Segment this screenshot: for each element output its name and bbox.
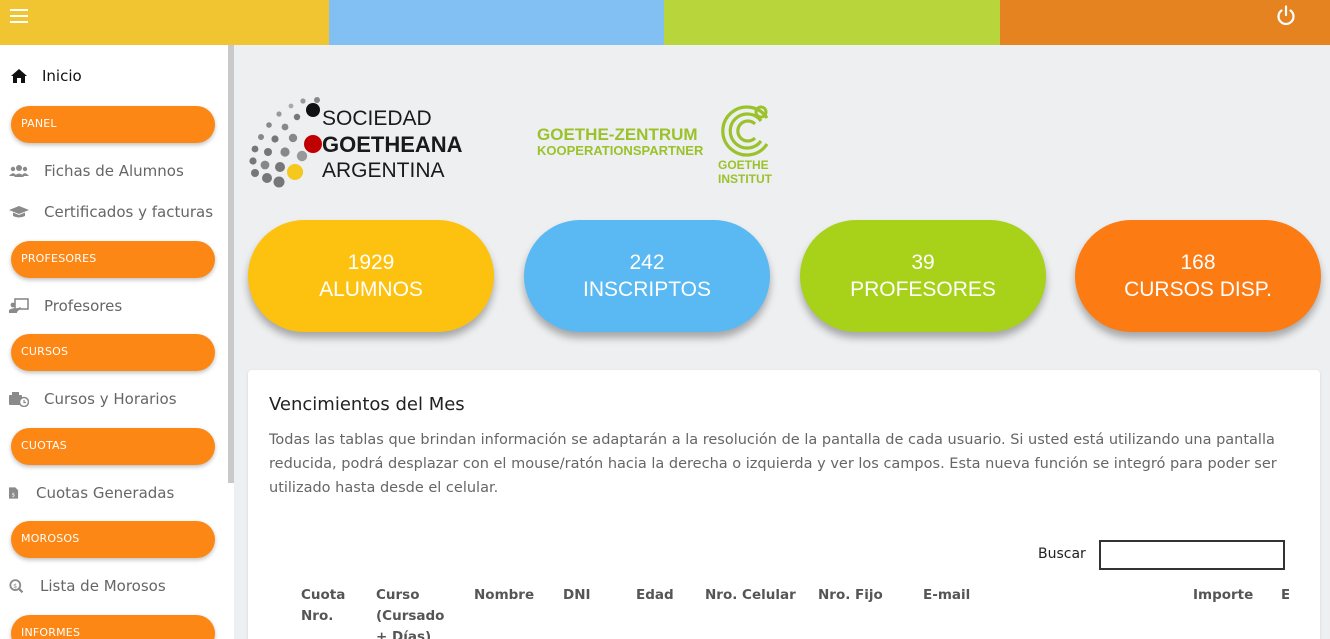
top-bar-segment-yellow (0, 0, 329, 45)
stat-value: 39 (911, 251, 935, 274)
section-informes[interactable]: INFORMES (11, 615, 215, 639)
column-header-curso[interactable]: Curso (Cursado + Días) (376, 585, 444, 639)
search-dollar-icon: $ (9, 579, 24, 594)
home-icon (11, 69, 27, 83)
column-header-cuota[interactable]: Cuota Nro. (301, 585, 351, 627)
sidebar-item-fichas-alumnos[interactable]: Fichas de Alumnos (9, 162, 184, 180)
column-header-importe[interactable]: Importe (1193, 585, 1253, 606)
svg-text:$: $ (11, 493, 15, 499)
stat-label: ALUMNOS (319, 278, 423, 301)
invoice-icon: $ (9, 487, 19, 499)
top-bar-segment-blue (329, 0, 664, 45)
stat-value: 242 (629, 251, 665, 274)
card-description: Todas las tablas que brindan información… (269, 432, 1277, 496)
users-icon (9, 165, 29, 177)
sidebar-item-label: Fichas de Alumnos (44, 162, 184, 180)
sidebar-item-label: Cuotas Generadas (36, 484, 175, 502)
column-header-nombre[interactable]: Nombre (474, 585, 534, 606)
top-bar-segment-green (664, 0, 1000, 45)
sidebar-item-label: Inicio (42, 67, 82, 85)
column-header-fijo[interactable]: Nro. Fijo (818, 585, 883, 606)
stat-cursos-disp[interactable]: 168 CURSOS DISP. (1075, 220, 1321, 332)
sidebar-item-label: Cursos y Horarios (44, 390, 177, 408)
sidebar-scrollbar[interactable] (228, 45, 234, 483)
column-header-email[interactable]: E-mail (923, 585, 970, 606)
svg-text:$: $ (13, 583, 17, 590)
sidebar-item-cursos-horarios[interactable]: Cursos y Horarios (9, 390, 177, 408)
sidebar-item-profesores[interactable]: Profesores (9, 297, 122, 315)
sidebar-item-label: Profesores (44, 297, 123, 315)
vencimientos-card: Vencimientos del Mes Todas las tablas qu… (248, 370, 1320, 639)
top-bar (0, 0, 1330, 45)
sidebar-item-cuotas-generadas[interactable]: $ Cuotas Generadas (9, 484, 174, 502)
sidebar-item-label: Lista de Morosos (40, 577, 166, 595)
sidebar-item-inicio[interactable]: Inicio (10, 67, 82, 85)
sidebar-item-label: Certificados y facturas (44, 203, 214, 221)
power-icon[interactable] (1274, 4, 1298, 28)
stat-label: PROFESORES (850, 278, 996, 301)
column-header-truncated[interactable]: E (1281, 585, 1289, 606)
sga-logo-line1: SOCIEDAD (322, 107, 432, 130)
stat-label: INSCRIPTOS (583, 278, 711, 301)
section-panel[interactable]: PANEL (11, 106, 215, 143)
sga-logo-line2: GOETHEANA (322, 132, 463, 157)
stat-alumnos[interactable]: 1929 ALUMNOS (248, 220, 494, 332)
sidebar-item-certificados[interactable]: Certificados y facturas (9, 203, 213, 221)
stat-profesores[interactable]: 39 PROFESORES (800, 220, 1046, 332)
column-header-edad[interactable]: Edad (636, 585, 674, 606)
section-cuotas[interactable]: CUOTAS (11, 428, 215, 465)
section-morosos[interactable]: MOROSOS (11, 521, 215, 558)
teacher-icon (9, 298, 29, 313)
section-profesores[interactable]: PROFESORES (11, 241, 215, 278)
search-input[interactable] (1099, 540, 1285, 570)
goethe-zentrum-line1: GOETHE-ZENTRUM (537, 125, 698, 144)
section-cursos[interactable]: CURSOS (11, 334, 215, 371)
graduation-cap-icon (9, 206, 29, 218)
column-header-dni[interactable]: DNI (563, 585, 591, 606)
column-header-celular[interactable]: Nro. Celular (705, 585, 796, 606)
stat-label: CURSOS DISP. (1124, 278, 1272, 301)
stat-value: 168 (1180, 251, 1216, 274)
card-title: Vencimientos del Mes (269, 394, 465, 415)
goethe-institut-line2: INSTITUT (718, 172, 772, 186)
sga-logo-line3: ARGENTINA (322, 159, 445, 182)
sga-logo-text: SOCIEDAD GOETHEANA ARGENTINA (322, 106, 463, 184)
search-label: Buscar (1038, 546, 1086, 562)
goethe-institut-line1: GOETHE (718, 158, 769, 172)
sidebar: Inicio PANEL Fichas de Alumnos Certifica… (0, 45, 228, 639)
calendar-clock-icon (9, 392, 29, 407)
goethe-institut-logo-text: GOETHE INSTITUT (718, 158, 772, 186)
hamburger-icon[interactable] (10, 9, 28, 23)
sidebar-item-lista-morosos[interactable]: $ Lista de Morosos (9, 577, 166, 595)
goethe-zentrum-logo: GOETHE-ZENTRUM KOOPERATIONSPARTNER (537, 126, 703, 158)
goethe-zentrum-line2: KOOPERATIONSPARTNER (537, 143, 704, 158)
sidebar-scrollbar-track (228, 483, 234, 639)
stat-value: 1929 (347, 251, 395, 274)
stat-inscriptos[interactable]: 242 INSCRIPTOS (524, 220, 770, 332)
